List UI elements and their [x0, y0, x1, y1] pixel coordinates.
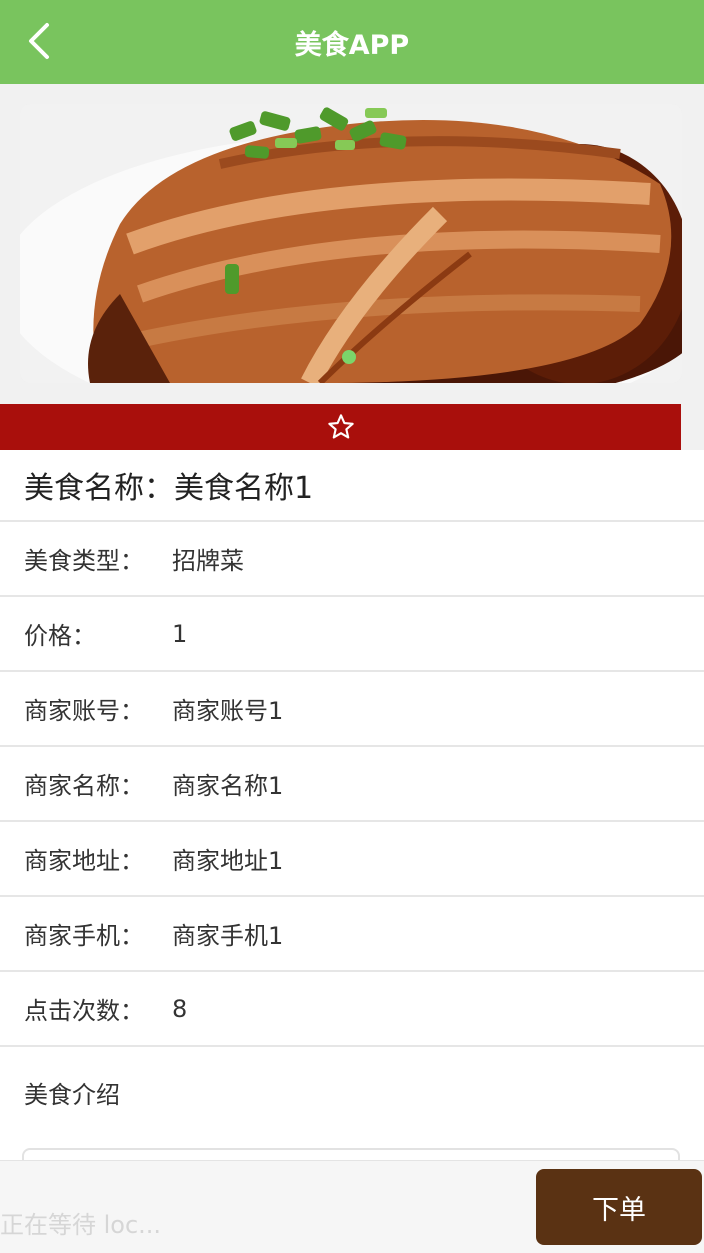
field-row-price: 价格： 1 — [0, 597, 704, 672]
field-value: 8 — [172, 994, 188, 1023]
field-label: 价格： — [24, 622, 96, 650]
field-row-merchant-account: 商家账号： 商家账号1 — [0, 672, 704, 747]
app-header: 美食APP — [0, 0, 704, 84]
chevron-left-icon — [29, 23, 49, 59]
intro-label: 美食介绍 — [24, 1080, 120, 1109]
field-value: 招牌菜 — [172, 547, 244, 575]
field-label: 商家账号： — [24, 697, 144, 725]
food-name-label: 美食名称： — [24, 471, 174, 506]
food-name-row: 美食名称： 美食名称1 — [0, 450, 704, 522]
field-value: 商家手机1 — [172, 922, 284, 950]
field-label: 点击次数： — [24, 997, 144, 1025]
carousel-indicator[interactable] — [342, 350, 356, 364]
food-image — [20, 104, 682, 383]
back-button[interactable] — [14, 14, 64, 68]
page-title: 美食APP — [294, 29, 410, 61]
field-value: 1 — [172, 619, 188, 648]
food-name-value: 美食名称1 — [174, 471, 314, 506]
field-row-merchant-address: 商家地址： 商家地址1 — [0, 822, 704, 897]
field-label: 商家地址： — [24, 847, 144, 875]
field-value: 商家地址1 — [172, 847, 284, 875]
favorite-button[interactable] — [0, 404, 681, 450]
loading-status: 正在等待 loc... — [0, 1211, 162, 1239]
field-value: 商家账号1 — [172, 697, 284, 725]
field-label: 商家名称： — [24, 772, 144, 800]
star-icon — [327, 414, 354, 439]
field-row-merchant-phone: 商家手机： 商家手机1 — [0, 897, 704, 972]
order-button[interactable]: 下单 — [536, 1169, 702, 1245]
detail-panel: 美食名称： 美食名称1 美食类型： 招牌菜 价格： 1 商家账号： 商家账号1 … — [0, 450, 704, 1252]
field-value: 商家名称1 — [172, 772, 284, 800]
field-row-type: 美食类型： 招牌菜 — [0, 522, 704, 597]
field-row-click-count: 点击次数： 8 — [0, 972, 704, 1047]
field-label: 商家手机： — [24, 922, 144, 950]
field-row-merchant-name: 商家名称： 商家名称1 — [0, 747, 704, 822]
field-label: 美食类型： — [24, 547, 144, 575]
